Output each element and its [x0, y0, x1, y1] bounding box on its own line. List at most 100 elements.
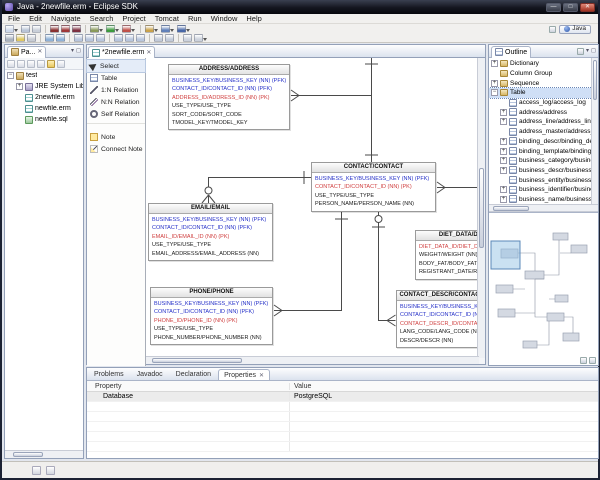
outline-item[interactable]: Column Group	[489, 69, 598, 79]
export-dictionary-icon[interactable]	[61, 25, 70, 33]
link-with-editor-icon[interactable]	[47, 59, 55, 68]
minimize-button[interactable]: —	[546, 2, 561, 12]
overview-minimap[interactable]	[489, 212, 598, 365]
expand-plus-icon[interactable]: +	[500, 137, 507, 145]
package-explorer-item[interactable]: − test	[5, 70, 83, 81]
outline-item[interactable]: + binding_template/binding_t	[489, 146, 598, 156]
palette-tool-table[interactable]: Table	[87, 72, 145, 84]
expand-plus-icon[interactable]: +	[491, 60, 498, 68]
minimap-zoom-icon[interactable]	[580, 357, 587, 364]
status-icon-1[interactable]	[32, 465, 41, 475]
external-tools-icon[interactable]	[122, 25, 135, 33]
minimize-view-icon[interactable]: ▾	[71, 48, 74, 55]
close-icon[interactable]: ✕	[37, 48, 42, 56]
outline-item[interactable]: + address_line/address_line	[489, 117, 598, 127]
align-middle-icon[interactable]	[125, 34, 134, 42]
open-type-icon[interactable]	[161, 25, 174, 33]
package-explorer-item[interactable]: 2newfile.erm	[5, 92, 83, 103]
package-explorer-hscrollbar[interactable]	[5, 450, 83, 458]
outline-item[interactable]: + address/address	[489, 107, 598, 117]
value-column-header[interactable]: Value	[290, 383, 311, 390]
new-wizard-icon[interactable]	[5, 25, 18, 33]
outline-item[interactable]: business_entity/business_e	[489, 175, 598, 185]
close-button[interactable]: ✕	[580, 2, 595, 12]
annotation-icon[interactable]	[16, 34, 25, 42]
minimize-view-icon[interactable]: ◻	[591, 48, 596, 55]
expand-plus-icon[interactable]: +	[500, 157, 507, 165]
editor-hscrollbar[interactable]	[146, 356, 479, 364]
menu-file[interactable]: File	[4, 14, 24, 23]
outline-vscrollbar[interactable]	[591, 58, 598, 204]
expand-plus-icon[interactable]: +	[500, 108, 507, 116]
scrollbar-thumb[interactable]	[479, 168, 484, 248]
package-explorer-item[interactable]: newfile.erm	[5, 103, 83, 114]
open-perspective-icon[interactable]	[549, 25, 557, 33]
outline-item[interactable]: + Dictionary	[489, 59, 598, 69]
view-menu-icon[interactable]: ▾	[586, 48, 589, 55]
menu-tomcat[interactable]: Tomcat	[151, 14, 183, 23]
palette-tool-connect-note[interactable]: Connect Note	[87, 143, 145, 155]
maximize-view-icon[interactable]: ◻	[76, 48, 81, 55]
property-row[interactable]: Database PostgreSQL	[87, 392, 598, 402]
close-icon[interactable]: ✕	[259, 372, 264, 379]
outline-item[interactable]: + business_descr/business_d	[489, 166, 598, 176]
er-table[interactable]: DIET_DATA/DIET_DATADIET_DATA_ID/DIET_DAT…	[415, 230, 479, 280]
package-explorer-item[interactable]: + JRE System Libr	[5, 81, 83, 92]
up-icon[interactable]	[27, 59, 35, 68]
outline-tab[interactable]: Outline	[491, 45, 532, 58]
new-java-project-icon[interactable]	[145, 25, 158, 33]
status-icon-2[interactable]	[46, 465, 55, 475]
palette-tool-select[interactable]: Select	[86, 59, 146, 73]
editor-vscrollbar[interactable]	[477, 58, 485, 358]
java-perspective-button[interactable]: Java	[559, 24, 591, 34]
package-explorer-tab[interactable]: Pa... ✕	[7, 45, 47, 58]
outline-item[interactable]: + business_name/business_n	[489, 195, 598, 204]
tab-problems[interactable]: Problems	[88, 368, 130, 380]
editor-tab[interactable]: *2newfile.erm ✕	[88, 46, 156, 58]
expand-plus-icon[interactable]: +	[500, 195, 507, 203]
run-icon[interactable]	[106, 25, 119, 33]
menu-search[interactable]: Search	[86, 14, 118, 23]
match-width-icon[interactable]	[154, 34, 163, 42]
next-annotation-icon[interactable]	[27, 34, 36, 42]
expand-plus-icon[interactable]: +	[16, 83, 23, 90]
maximize-button[interactable]: □	[563, 2, 578, 12]
palette-tool-self-relation[interactable]: Self Relation	[87, 108, 145, 120]
palette-tool-n-n-relation[interactable]: N:N Relation	[87, 96, 145, 108]
er-table[interactable]: ADDRESS/ADDRESS BUSINESS_KEY/BUSINESS_KEY…	[168, 64, 290, 131]
align-center-icon[interactable]	[85, 34, 94, 42]
menu-project[interactable]: Project	[118, 14, 149, 23]
align-bottom-icon[interactable]	[136, 34, 145, 42]
match-height-icon[interactable]	[165, 34, 174, 42]
expand-plus-icon[interactable]: +	[500, 186, 507, 194]
export-image-icon[interactable]	[72, 25, 81, 33]
zoom-out-icon[interactable]	[56, 34, 65, 42]
expand-plus-icon[interactable]: +	[500, 147, 507, 155]
print-icon[interactable]	[32, 25, 41, 33]
align-right-icon[interactable]	[96, 34, 105, 42]
package-explorer-item[interactable]: newfile.sql	[5, 114, 83, 125]
search-icon[interactable]	[177, 25, 190, 33]
scrollbar-thumb[interactable]	[493, 206, 529, 211]
expand-plus-icon[interactable]: +	[491, 79, 498, 87]
align-left-icon[interactable]	[74, 34, 83, 42]
menu-run[interactable]: Run	[184, 14, 206, 23]
debug-icon[interactable]	[90, 25, 103, 33]
outline-item[interactable]: + business_identifier/busines	[489, 185, 598, 195]
outline-item[interactable]: − Table	[489, 87, 598, 99]
minimap-viewport[interactable]	[490, 240, 521, 270]
menu-window[interactable]: Window	[207, 14, 242, 23]
scrollbar-thumb[interactable]	[593, 60, 597, 100]
scrollbar-thumb[interactable]	[13, 452, 43, 457]
diagram-canvas[interactable]: ADDRESS/ADDRESS BUSINESS_KEY/BUSINESS_KEY…	[146, 58, 479, 358]
outline-item[interactable]: + binding_descr/binding_desc	[489, 137, 598, 147]
tab-properties[interactable]: Properties ✕	[218, 369, 271, 380]
forward-icon[interactable]	[17, 59, 25, 68]
back-icon[interactable]	[7, 59, 15, 68]
cut-icon[interactable]	[5, 34, 14, 42]
menu-help[interactable]: Help	[242, 14, 265, 23]
save-icon[interactable]	[21, 25, 30, 33]
property-column-header[interactable]: Property	[87, 382, 290, 390]
er-table[interactable]: CONTACT/CONTACT BUSINESS_KEY/BUSINESS_KEY…	[311, 162, 436, 212]
outline-hscrollbar[interactable]	[489, 204, 598, 212]
